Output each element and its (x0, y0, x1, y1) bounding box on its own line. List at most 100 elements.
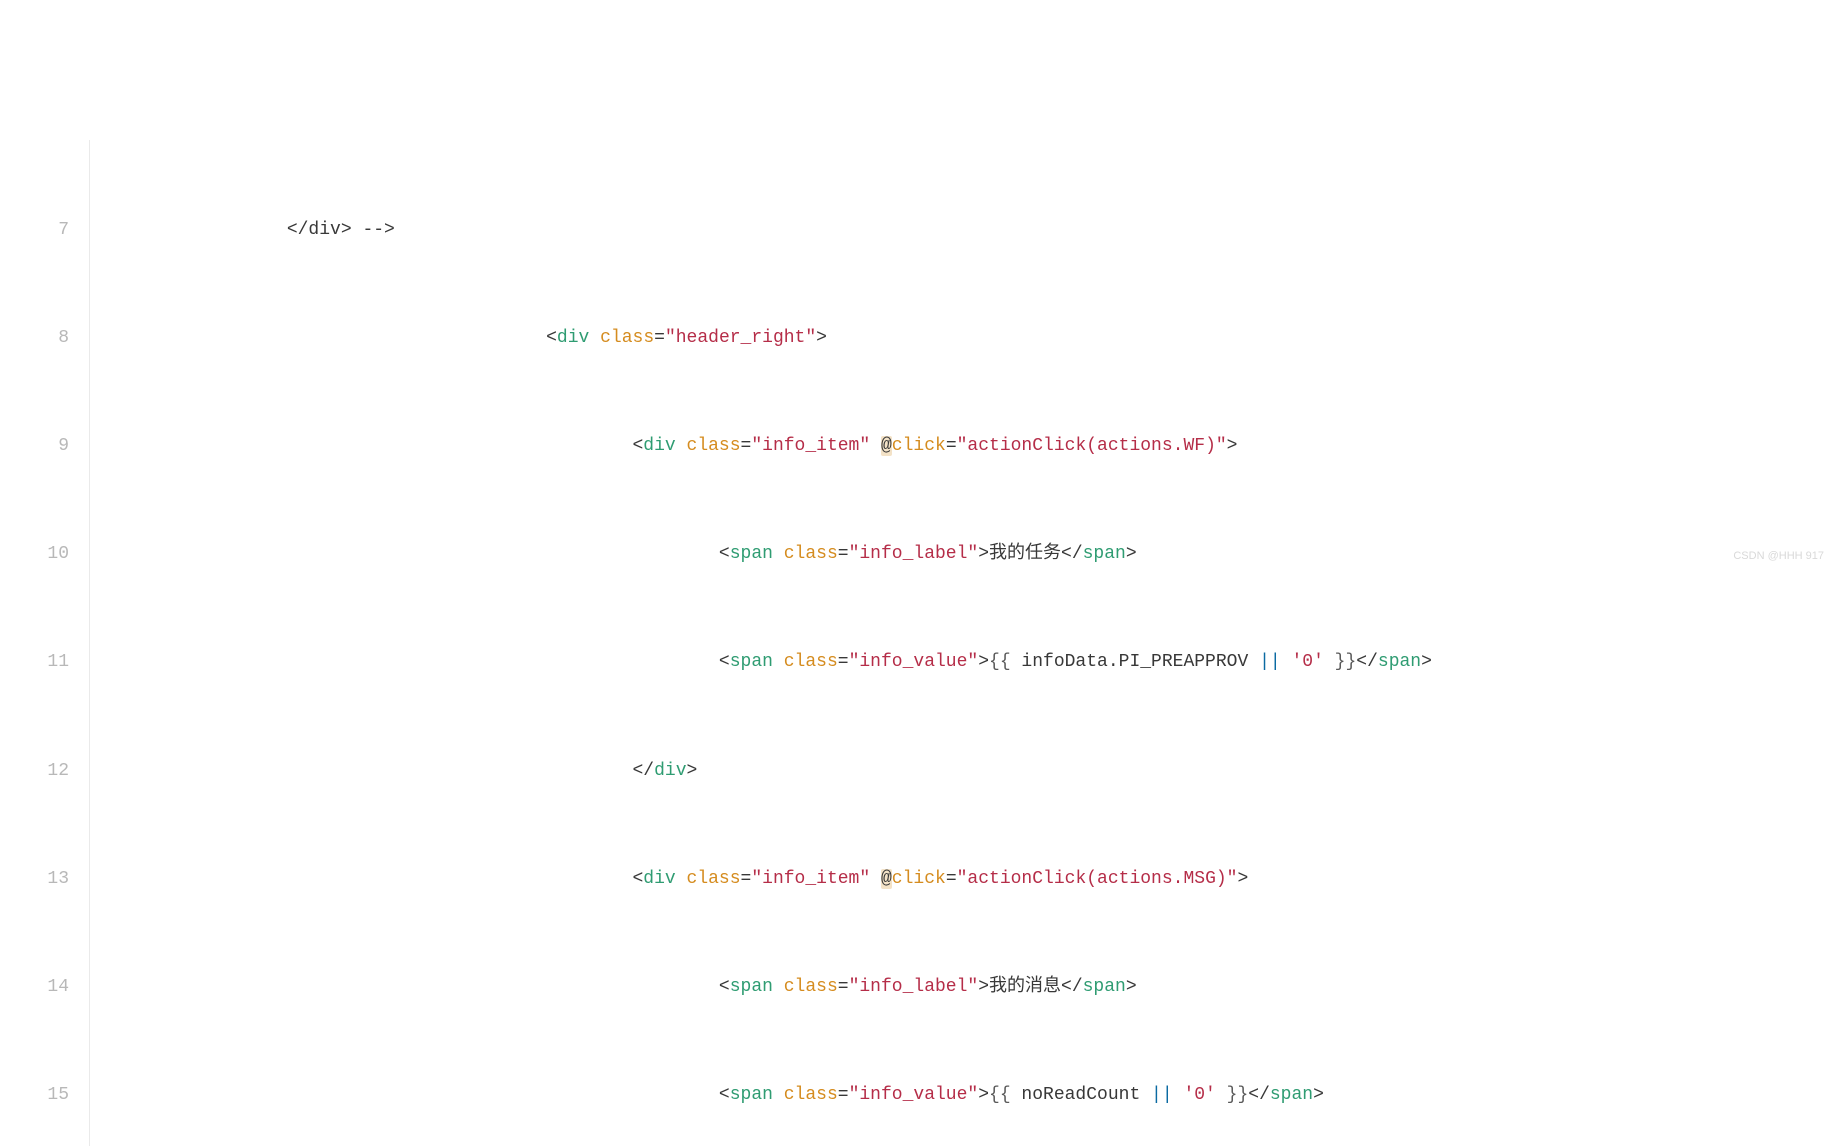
lt: < (546, 328, 557, 348)
gt: > (1126, 544, 1137, 564)
lt: < (719, 544, 730, 564)
gt: > (1421, 652, 1432, 672)
indent (114, 652, 719, 672)
attr-value: "info_value" (849, 1085, 979, 1105)
lt-slash: </ (1061, 544, 1083, 564)
gt: > (1126, 977, 1137, 997)
mustache-open: {{ (989, 1085, 1021, 1105)
indent (114, 977, 719, 997)
lt: < (719, 1085, 730, 1105)
gt: > (978, 977, 989, 997)
tag-span: span (1083, 977, 1126, 997)
indent (114, 544, 719, 564)
tag-span: span (1378, 652, 1421, 672)
string-literal: '0' (1291, 652, 1323, 672)
line-number: 10 (0, 535, 69, 573)
tag-div: div (557, 328, 589, 348)
or-operator: || (1151, 1085, 1183, 1105)
attr-class: class (784, 544, 838, 564)
lt-slash: </ (1248, 1085, 1270, 1105)
gt: > (978, 544, 989, 564)
indent (114, 220, 287, 240)
gt: > (1313, 1085, 1324, 1105)
text-content: 我的消息 (989, 977, 1061, 997)
gt: > (687, 761, 698, 781)
line-number-gutter: 7 8 9 10 11 12 13 14 15 16 17 18 19 20 2… (0, 140, 90, 1146)
indent (114, 869, 632, 889)
line-number: 15 (0, 1076, 69, 1114)
tag-span: span (1083, 544, 1126, 564)
code-area[interactable]: </div> --> <div class="header_right"> <d… (90, 140, 1834, 1146)
at-symbol: @ (881, 436, 892, 456)
attr-value: "info_label" (849, 544, 979, 564)
lt: < (632, 869, 643, 889)
tag-span: span (730, 1085, 773, 1105)
attr-value: "info_label" (849, 977, 979, 997)
mustache-close: }} (1216, 1085, 1248, 1105)
code-line-7[interactable]: </div> --> (114, 211, 1834, 249)
attr-class: class (600, 328, 654, 348)
close-div-comment: </div> (287, 220, 352, 240)
lt-slash: </ (1356, 652, 1378, 672)
lt-slash: </ (1061, 977, 1083, 997)
attr-class: class (687, 436, 741, 456)
mustache-open: {{ (989, 652, 1021, 672)
at-symbol: @ (881, 869, 892, 889)
gt: > (978, 1085, 989, 1105)
expression: noReadCount (1021, 1085, 1151, 1105)
comment-end: --> (352, 220, 395, 240)
code-line-15[interactable]: <span class="info_value">{{ noReadCount … (114, 1076, 1834, 1114)
tag-div: div (643, 869, 675, 889)
lt: < (719, 977, 730, 997)
attr-value: "actionClick(actions.MSG)" (957, 869, 1238, 889)
gt: > (1227, 436, 1238, 456)
indent (114, 1085, 719, 1105)
gt: > (978, 652, 989, 672)
line-number: 7 (0, 211, 69, 249)
mustache-close: }} (1324, 652, 1356, 672)
lt: < (719, 652, 730, 672)
gt: > (816, 328, 827, 348)
attr-class: class (687, 869, 741, 889)
code-editor: 7 8 9 10 11 12 13 14 15 16 17 18 19 20 2… (0, 140, 1834, 1146)
tag-span: span (1270, 1085, 1313, 1105)
attr-class: class (784, 1085, 838, 1105)
attr-value: "header_right" (665, 328, 816, 348)
gt: > (1237, 869, 1248, 889)
code-line-13[interactable]: <div class="info_item" @click="actionCli… (114, 860, 1834, 898)
lt-slash: </ (632, 761, 654, 781)
indent (114, 761, 632, 781)
text-content: 我的任务 (989, 544, 1061, 564)
lt: < (632, 436, 643, 456)
attr-value: "info_item" (751, 436, 870, 456)
code-line-14[interactable]: <span class="info_label">我的消息</span> (114, 968, 1834, 1006)
attr-click: click (892, 869, 946, 889)
string-literal: '0' (1183, 1085, 1215, 1105)
line-number: 12 (0, 752, 69, 790)
expression: infoData.PI_PREAPPROV (1021, 652, 1259, 672)
attr-class: class (784, 977, 838, 997)
attr-value: "info_value" (849, 652, 979, 672)
line-number: 11 (0, 643, 69, 681)
tag-div: div (643, 436, 675, 456)
line-number: 8 (0, 319, 69, 357)
attr-class: class (784, 652, 838, 672)
tag-span: span (730, 977, 773, 997)
line-number: 14 (0, 968, 69, 1006)
attr-value: "info_item" (751, 869, 870, 889)
tag-span: span (730, 544, 773, 564)
attr-value: "actionClick(actions.WF)" (957, 436, 1227, 456)
indent (114, 436, 632, 456)
attr-click: click (892, 436, 946, 456)
tag-div: div (654, 761, 686, 781)
code-line-8[interactable]: <div class="header_right"> (114, 319, 1834, 357)
indent (114, 328, 546, 348)
code-line-12[interactable]: </div> (114, 752, 1834, 790)
tag-span: span (730, 652, 773, 672)
code-line-10[interactable]: <span class="info_label">我的任务</span> (114, 535, 1834, 573)
line-number: 13 (0, 860, 69, 898)
code-line-9[interactable]: <div class="info_item" @click="actionCli… (114, 427, 1834, 465)
code-line-11[interactable]: <span class="info_value">{{ infoData.PI_… (114, 643, 1834, 681)
or-operator: || (1259, 652, 1291, 672)
line-number: 9 (0, 427, 69, 465)
